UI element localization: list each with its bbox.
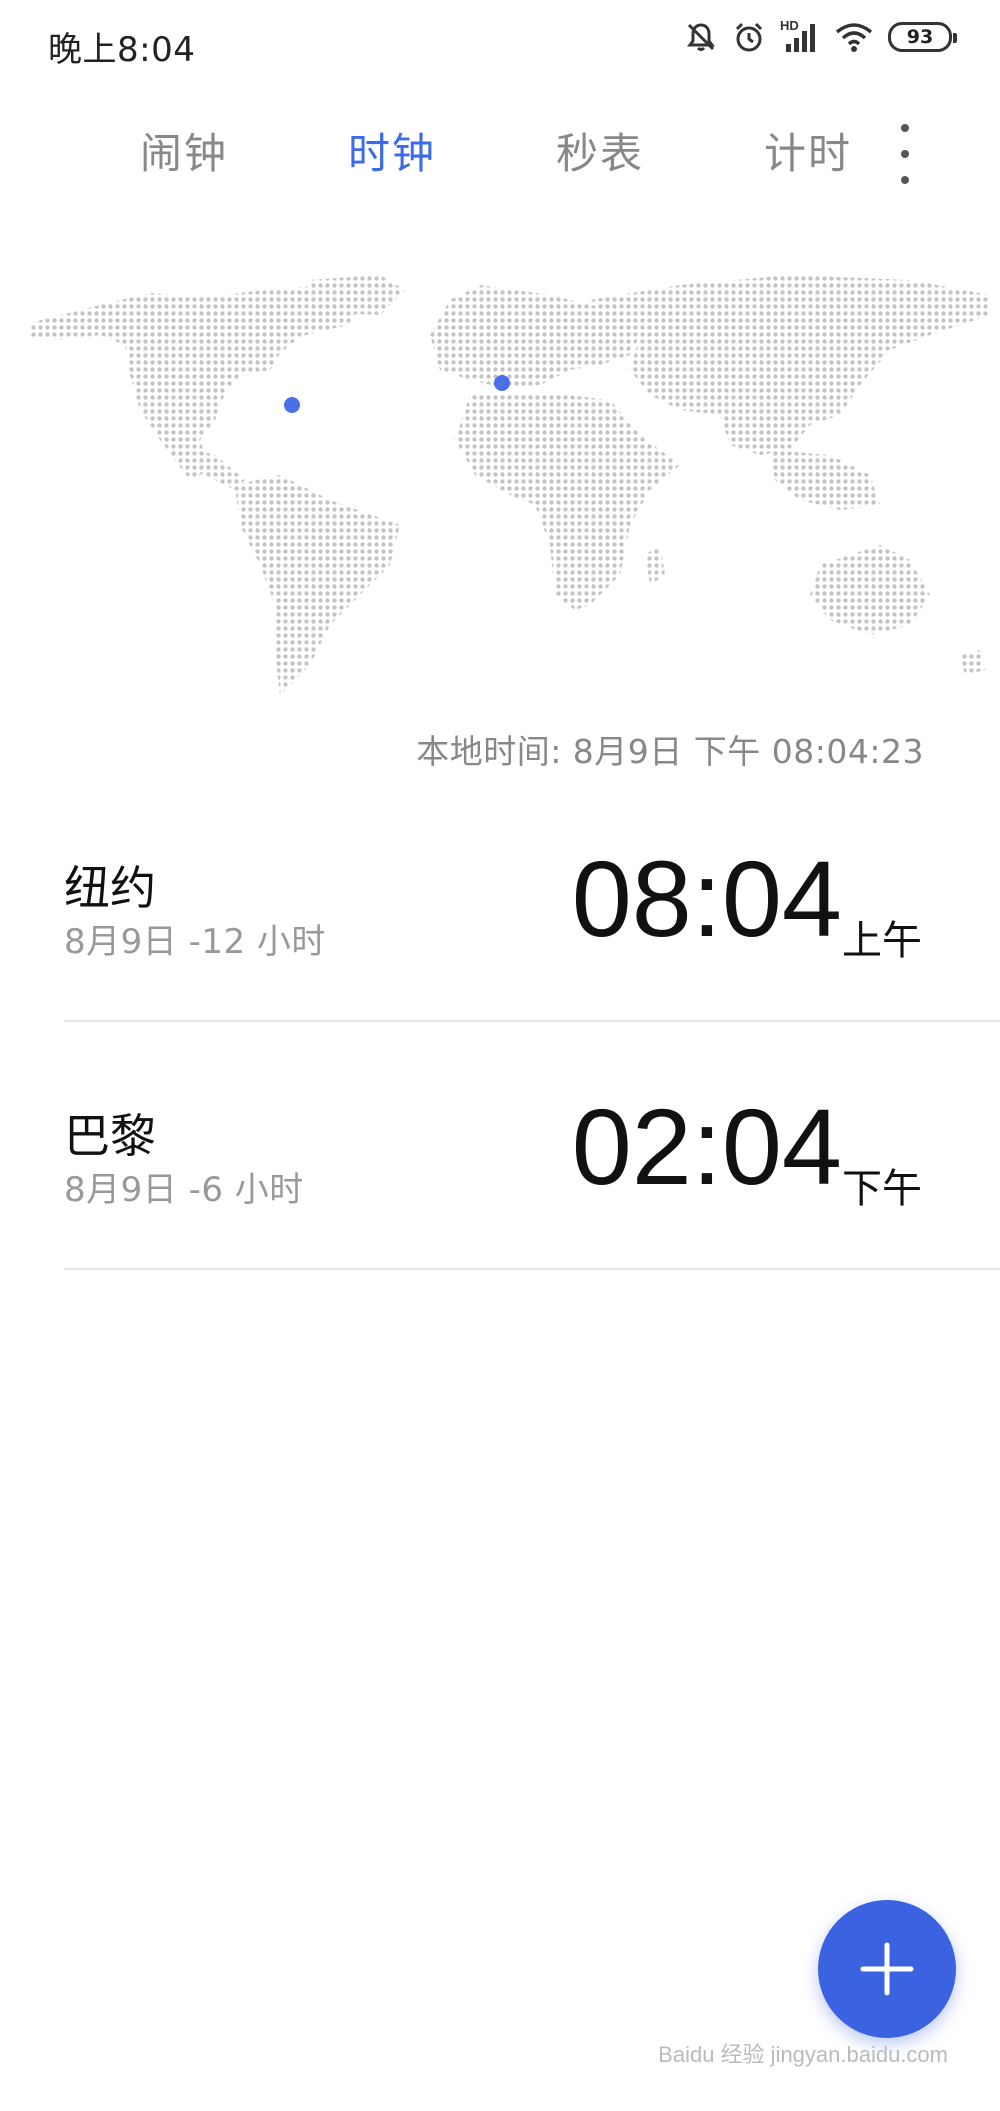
status-bar: 晚上8:04 HD 93	[0, 0, 1000, 90]
tab-alarm[interactable]: 闹钟	[140, 120, 228, 181]
city-time: 08:04	[571, 838, 842, 959]
divider	[64, 1268, 1000, 1270]
watermark: Baidu 经验 jingyan.baidu.com	[658, 2042, 948, 2067]
local-time: 本地时间: 8月9日 下午 08:04:23	[416, 732, 924, 771]
city-name: 纽约	[64, 861, 156, 915]
city-date-offset: 8月9日 -6 小时	[64, 1170, 304, 1210]
city-date-offset: 8月9日 -12 小时	[64, 922, 326, 962]
tab-stopwatch[interactable]: 秒表	[556, 120, 644, 181]
mute-icon	[687, 23, 715, 51]
city-ampm: 下午	[842, 1166, 922, 1212]
plus-icon	[860, 1942, 914, 1996]
more-options-icon[interactable]	[890, 124, 920, 184]
status-time: 晚上8:04	[48, 30, 196, 70]
signal-icon	[786, 24, 815, 52]
add-city-button[interactable]	[818, 1900, 956, 2038]
battery-icon: 93	[888, 22, 957, 52]
city-time: 02:04	[571, 1086, 842, 1207]
map-marker-paris	[494, 375, 510, 391]
signal-indicator: HD	[780, 18, 820, 54]
tab-bar: 闹钟 时钟 秒表 计时	[0, 110, 1000, 190]
map-marker-new-york	[284, 397, 300, 413]
city-ampm: 上午	[842, 918, 922, 964]
wifi-icon	[835, 23, 873, 52]
city-row-paris[interactable]: 巴黎 8月9日 -6 小时 02:04 下午	[64, 1060, 1000, 1270]
city-name: 巴黎	[64, 1109, 156, 1163]
tab-clock[interactable]: 时钟	[348, 120, 436, 181]
status-icons: HD 93	[684, 18, 957, 54]
tab-timer[interactable]: 计时	[764, 120, 852, 181]
alarm-icon	[735, 22, 763, 52]
world-map	[30, 275, 990, 695]
divider	[64, 1020, 1000, 1022]
city-row-new-york[interactable]: 纽约 8月9日 -12 小时 08:04 上午	[64, 812, 1000, 1022]
